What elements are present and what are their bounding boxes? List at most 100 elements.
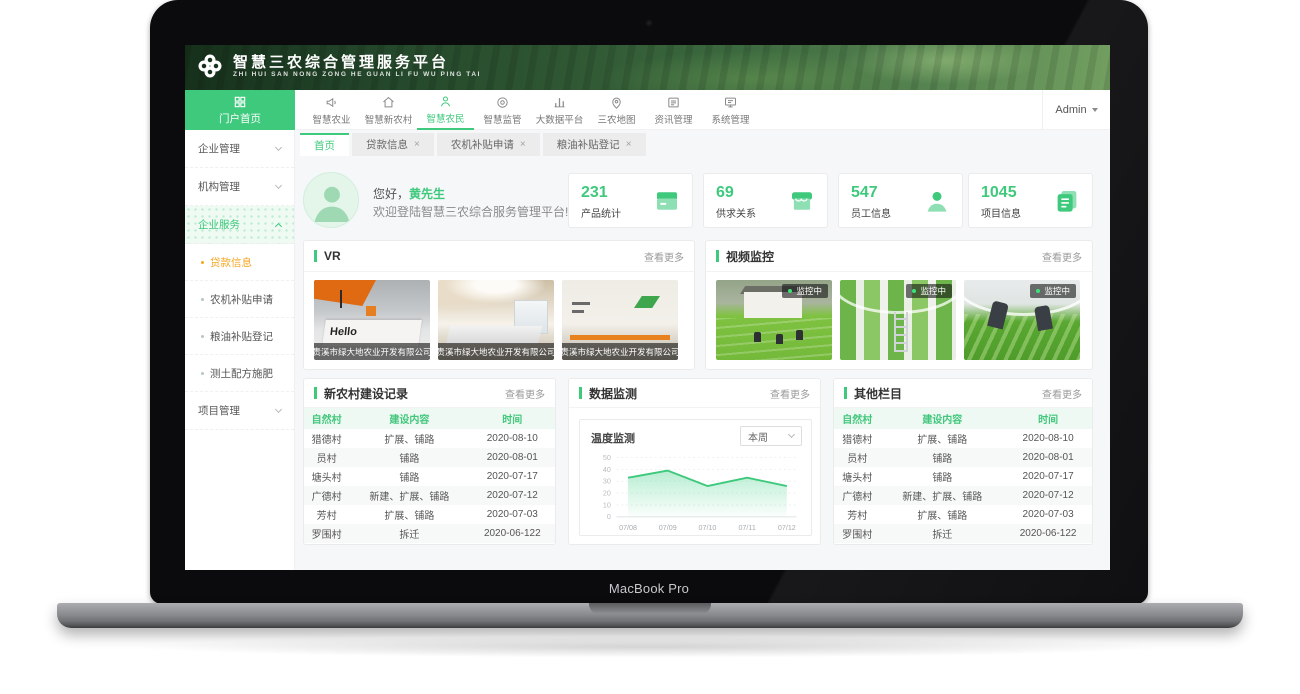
nav-item-smart-agriculture[interactable]: 智慧农业 [303, 90, 360, 130]
vr-photo[interactable]: 贵溪市绿大地农业开发有限公司 [438, 280, 554, 360]
table-row[interactable]: 广德村新建、扩展、铺路2020-07-12 [304, 486, 555, 505]
webcam-dot [646, 20, 652, 26]
svg-text:07/09: 07/09 [659, 524, 677, 532]
vr-photo[interactable]: 贵溪市绿大地农业开发有限公司 [562, 280, 678, 360]
video-feed[interactable]: 监控中 [840, 280, 956, 360]
svg-text:07/11: 07/11 [738, 524, 755, 532]
macbook-label: MacBook Pro [150, 581, 1148, 596]
stat-card-employees[interactable]: 547 员工信息 [838, 173, 963, 228]
table-row[interactable]: 塘头村铺路2020-07-17 [834, 467, 1092, 486]
tab-grain-oil-subsidy[interactable]: 粮油补贴登记 × [543, 133, 646, 156]
svg-text:40: 40 [603, 466, 611, 474]
laptop-base [57, 603, 1243, 628]
bullet-dot-icon [201, 372, 204, 375]
table-row[interactable]: 罗围村拆迁2020-06-122 [834, 524, 1092, 543]
close-icon[interactable]: × [414, 139, 420, 150]
home-icon [381, 95, 396, 110]
video-feed[interactable]: 监控中 [716, 280, 832, 360]
chart-title: 温度监测 [591, 430, 635, 446]
video-more-link[interactable]: 查看更多 [1042, 249, 1082, 264]
chevron-down-icon [275, 182, 282, 189]
column-header: 时间 [1004, 408, 1092, 429]
brand: 智慧三农综合管理服务平台 ZHI HUI SAN NONG ZONG HE GU… [195, 51, 481, 81]
greeting-line: 您好，黄先生 [373, 185, 445, 202]
svg-text:50: 50 [603, 454, 611, 462]
nav-item-news-management[interactable]: 资讯管理 [645, 90, 702, 130]
sidebar-item-enterprise-services[interactable]: 企业服务 [185, 206, 294, 244]
sidebar-item-project-management[interactable]: 项目管理 [185, 392, 294, 430]
column-header: 建设内容 [880, 408, 1004, 429]
table-row[interactable]: 员村铺路2020-08-01 [304, 448, 555, 467]
svg-text:07/12: 07/12 [778, 524, 796, 532]
admin-user-menu[interactable]: Admin [1042, 90, 1110, 130]
construction-more-link[interactable]: 查看更多 [505, 386, 545, 401]
svg-text:10: 10 [603, 501, 611, 509]
tab-bar: 首页 贷款信息 × 农机补贴申请 × 粮油补贴登记 × [300, 133, 646, 156]
table-row[interactable]: 罗围村拆迁2020-06-122 [304, 524, 555, 543]
live-dot-icon [912, 289, 916, 293]
tab-home[interactable]: 首页 [300, 133, 349, 156]
stat-card-products[interactable]: 231 产品统计 [568, 173, 693, 228]
sidebar-item-organization-management[interactable]: 机构管理 [185, 168, 294, 206]
avatar [303, 172, 359, 228]
other-columns-more-link[interactable]: 查看更多 [1042, 386, 1082, 401]
range-select[interactable]: 本周 [740, 426, 802, 446]
nav-item-portal-home[interactable]: 门户首页 [185, 90, 295, 130]
target-icon [495, 95, 510, 110]
table-row[interactable]: 猎德村扩展、铺路2020-08-10 [834, 429, 1092, 448]
data-monitor-more-link[interactable]: 查看更多 [770, 386, 810, 401]
sidebar-subitem-machinery-subsidy[interactable]: 农机补贴申请 [185, 281, 294, 318]
table-row[interactable]: 塘头村铺路2020-07-17 [304, 467, 555, 486]
nav-item-smart-farmer[interactable]: 智慧农民 [417, 90, 474, 130]
photo-overlay-text: Hello [329, 326, 357, 338]
nav-home-label: 门户首页 [219, 111, 261, 126]
monitor-icon [723, 95, 738, 110]
user-avatar-icon [304, 173, 359, 228]
live-dot-icon [1036, 289, 1040, 293]
stat-card-supply-demand[interactable]: 69 供求关系 [703, 173, 828, 228]
laptop-shadow [120, 636, 1180, 658]
vr-more-link[interactable]: 查看更多 [644, 249, 684, 264]
live-dot-icon [788, 289, 792, 293]
sidebar-item-enterprise-management[interactable]: 企业管理 [185, 130, 294, 168]
other-columns-table: 自然村 建设内容 时间 猎德村扩展、铺路2020-08-10 员村铺路2020-… [834, 408, 1092, 543]
sidebar-subitem-soil-formula[interactable]: 测土配方施肥 [185, 355, 294, 392]
welcome-message: 欢迎登陆智慧三农综合服务管理平台! [373, 203, 568, 220]
tab-loan-info[interactable]: 贷款信息 × [352, 133, 434, 156]
section-accent-bar [314, 387, 317, 399]
table-row[interactable]: 猎德村扩展、铺路2020-08-10 [304, 429, 555, 448]
sidebar-subitem-loan-info[interactable]: 贷款信息 [185, 244, 294, 281]
nav-item-smart-village[interactable]: 智慧新农村 [360, 90, 417, 130]
chevron-down-icon [788, 431, 795, 438]
top-navbar: 门户首页 智慧农业 智慧新农村 [185, 90, 1110, 130]
temperature-chart-svg: 0102030405007/0807/0907/1007/1107/12 [580, 448, 811, 536]
table-row[interactable]: 芳村扩展、铺路2020-07-03 [834, 505, 1092, 524]
vr-photo-caption: 贵溪市绿大地农业开发有限公司 [562, 343, 678, 360]
user-name: 黄先生 [409, 187, 445, 201]
vr-photo-caption: 贵溪市绿大地农业开发有限公司 [438, 343, 554, 360]
main-content: 首页 贷款信息 × 农机补贴申请 × 粮油补贴登记 × [295, 130, 1110, 570]
construction-table: 自然村 建设内容 时间 猎德村扩展、铺路2020-08-10 员村铺路2020-… [304, 408, 555, 543]
live-badge: 监控中 [782, 284, 828, 298]
nav-item-agri-map[interactable]: 三农地图 [588, 90, 645, 130]
table-row[interactable]: 芳村扩展、铺路2020-07-03 [304, 505, 555, 524]
sidebar-subitem-grain-oil-subsidy[interactable]: 粮油补贴登记 [185, 318, 294, 355]
nav-item-smart-supervision[interactable]: 智慧监管 [474, 90, 531, 130]
close-icon[interactable]: × [520, 139, 526, 150]
nav-item-big-data[interactable]: 大数据平台 [531, 90, 588, 130]
product-box-icon [652, 186, 682, 216]
video-feed[interactable]: 监控中 [964, 280, 1080, 360]
header-banner: 智慧三农综合管理服务平台 ZHI HUI SAN NONG ZONG HE GU… [185, 45, 1110, 90]
table-row[interactable]: 广德村新建、扩展、铺路2020-07-12 [834, 486, 1092, 505]
app-screen: 智慧三农综合管理服务平台 ZHI HUI SAN NONG ZONG HE GU… [185, 45, 1110, 570]
nav-item-system-management[interactable]: 系统管理 [702, 90, 759, 130]
close-icon[interactable]: × [626, 139, 632, 150]
table-row[interactable]: 员村铺路2020-08-01 [834, 448, 1092, 467]
sidebar: 企业管理 机构管理 企业服务 贷款信息 农机补贴申请 粮油补贴登记 [185, 130, 295, 570]
stat-card-projects[interactable]: 1045 项目信息 [968, 173, 1093, 228]
vr-photo[interactable]: Hello 贵溪市绿大地农业开发有限公司 [314, 280, 430, 360]
person-icon [438, 94, 453, 109]
map-pin-icon [609, 95, 624, 110]
tab-machinery-subsidy[interactable]: 农机补贴申请 × [437, 133, 540, 156]
vr-title: VR [324, 249, 341, 263]
